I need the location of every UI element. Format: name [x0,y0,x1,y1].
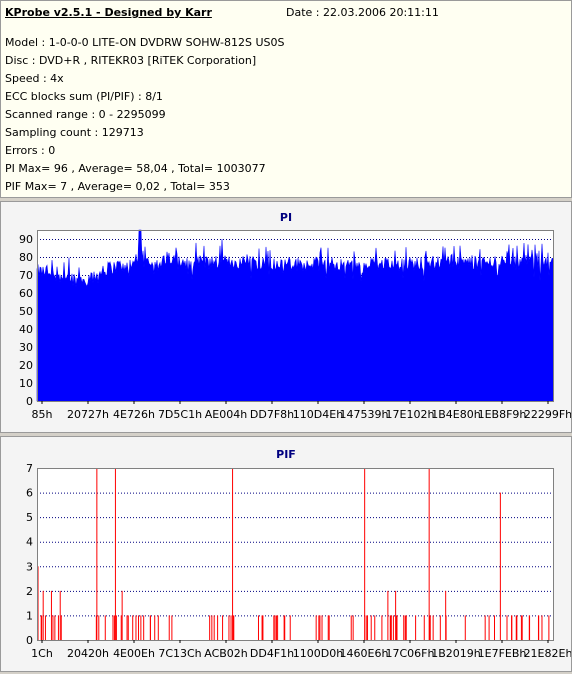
pif-y-tick-label-2: 2 [26,585,33,598]
pi-x-tick-label-4: AE004h [205,408,247,421]
scan-date: Date : 22.03.2006 20:11:11 [286,6,439,19]
pi-x-tick-label-10: 1EB8F9h [478,408,527,421]
pif-x-tick-label-10: 1E7FEBh [478,647,527,660]
pi-x-tick-label-3: 7D5C1h [158,408,202,421]
pi-x-tick-label-1: 20727h [67,408,109,421]
pi-y-tick-label-9: 90 [19,233,33,246]
pi-y-tick-label-8: 80 [19,251,33,264]
speed-line: Speed : 4x [5,72,64,85]
model-line: Model : 1-0-0-0 LITE-ON DVDRW SOHW-812S … [5,36,285,49]
pif-y-tick-label-6: 6 [26,487,33,500]
pif-x-tick-label-8: 17C06Fh [386,647,435,660]
pi-x-tick-label-11: 22299Fh [524,408,571,421]
pif-y-tick-label-4: 4 [26,536,33,549]
pi-x-tick-label-6: 110D4Eh [293,408,343,421]
errors-line: Errors : 0 [5,144,56,157]
pif-x-tick-label-5: DD4F1h [250,647,294,660]
pi-summary-line: PI Max= 96 , Average= 58,04 , Total= 100… [5,162,266,175]
pif-y-tick-label-1: 1 [26,609,33,622]
pif-y-tick-label-7: 7 [26,462,33,475]
pi-x-tick-label-5: DD7F8h [250,408,294,421]
pi-y-tick-label-5: 50 [19,305,33,318]
disc-line: Disc : DVD+R , RITEKR03 [RiTEK Corporati… [5,54,257,67]
pif-plot-area [37,468,553,640]
pi-y-tick-label-4: 40 [19,323,33,336]
pi-x-tick-label-7: 147539h [340,408,389,421]
pif-x-tick-label-1: 20420h [67,647,109,660]
range-line: Scanned range : 0 - 2295099 [5,108,166,121]
pi-x-tick-label-0: 85h [32,408,53,421]
pif-y-tick-label-0: 0 [26,634,33,647]
pif-y-tick-label-3: 3 [26,560,33,573]
pif-x-tick-label-9: 1B2019h [431,647,481,660]
pif-x-tick-label-2: 4E00Eh [113,647,155,660]
pi-chart: PI 0 10 20 30 40 50 60 70 80 90 85h 20727h 4E726h 7D5… [19,211,572,421]
sampling-line: Sampling count : 129713 [5,126,144,139]
pi-y-tick-label-6: 60 [19,287,33,300]
pif-x-tick-label-4: ACB02h [204,647,248,660]
pi-y-tick-label-0: 0 [26,395,33,408]
pif-x-tick-label-11: 21E82Eh [524,647,571,660]
pi-chart-panel: PI 0 10 20 30 40 50 60 70 80 90 85h 20727h 4E726h 7D5… [0,201,572,433]
pif-x-tick-label-0: 1Ch [31,647,53,660]
pi-chart-title: PI [280,211,292,224]
pif-x-tick-label-6: 1100D0h [293,647,343,660]
pif-chart-title: PIF [276,448,296,461]
pi-y-tick-label-7: 70 [19,269,33,282]
pif-y-tick-label-5: 5 [26,511,33,524]
info-panel: KProbe v2.5.1 - Designed by Karr Date : … [0,0,572,198]
pif-chart: PIF 0 1 2 3 4 5 6 7 1Ch 20420h 4E00Eh 7C13Ch ACB02h D… [26,448,572,660]
pi-y-tick-label-1: 10 [19,377,33,390]
pif-summary-line: PIF Max= 7 , Average= 0,02 , Total= 353 [5,180,230,193]
ecc-line: ECC blocks sum (PI/PIF) : 8/1 [5,90,163,103]
pi-x-tick-label-8: 17E102h [386,408,435,421]
pi-y-tick-label-3: 30 [19,341,33,354]
pif-x-tick-label-3: 7C13Ch [158,647,201,660]
pi-x-tick-label-9: 1B4E80h [431,408,480,421]
app-title: KProbe v2.5.1 - Designed by Karr [5,6,212,19]
pif-x-tick-label-7: 1460E6h [340,647,389,660]
pif-chart-panel: PIF 0 1 2 3 4 5 6 7 1Ch 20420h 4E00Eh 7C13Ch ACB02h D… [0,436,572,672]
pi-y-tick-label-2: 20 [19,359,33,372]
pi-x-tick-label-2: 4E726h [113,408,155,421]
